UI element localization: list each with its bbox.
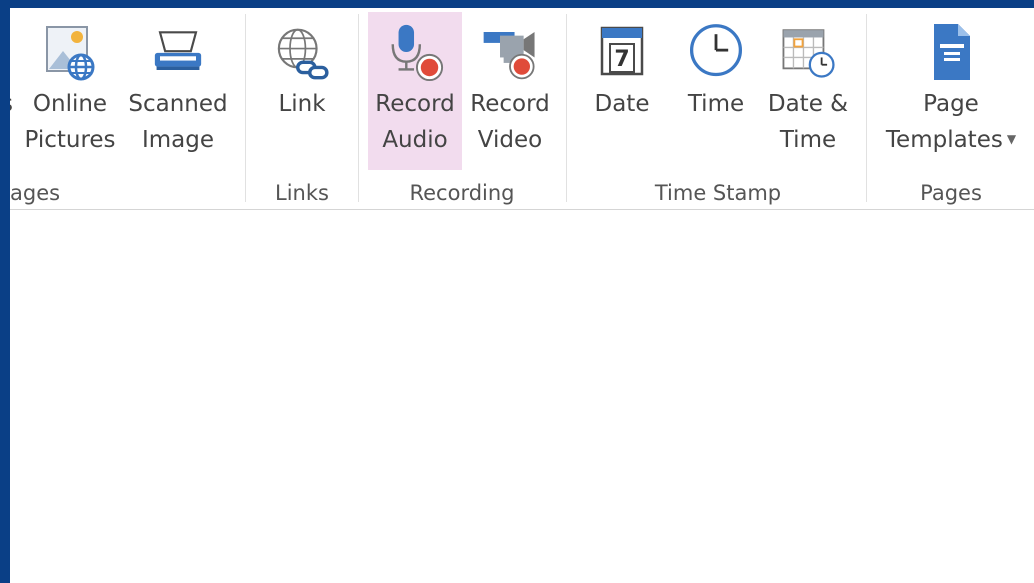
online-pictures-icon (40, 18, 100, 86)
window-top-border (0, 0, 1034, 8)
video-record-icon (480, 18, 540, 86)
record-video-label-1: Record (470, 91, 550, 117)
page-templates-label-2: Templates (885, 127, 1003, 153)
partial-left-button[interactable]: s (10, 12, 18, 170)
separator (245, 14, 246, 202)
separator (566, 14, 567, 202)
partial-left-label: s (10, 86, 13, 122)
group-label-time-stamp: Time Stamp (654, 181, 782, 205)
link-button[interactable]: Link (260, 12, 344, 170)
group-label-images: ages (10, 181, 61, 205)
microphone-record-icon (385, 18, 445, 86)
record-audio-label-1: Record (375, 91, 455, 117)
date-time-label-1: Date & (767, 91, 849, 117)
scanned-image-button[interactable]: Scanned Image (124, 12, 232, 170)
separator (866, 14, 867, 202)
scanned-image-label-1: Scanned (128, 91, 228, 117)
scanned-image-label-2: Image (141, 127, 215, 153)
time-button[interactable]: Time (676, 12, 756, 170)
date-time-label-2: Time (779, 127, 837, 153)
date-button[interactable]: 7 Date (582, 12, 662, 170)
online-pictures-label-1: Online (32, 91, 108, 117)
record-video-button[interactable]: Record Video (464, 12, 556, 170)
page-templates-label-2-row: Templates ▼ (886, 122, 1016, 161)
calendar-number: 7 (614, 47, 629, 72)
dropdown-caret-icon: ▼ (1006, 132, 1017, 146)
page-templates-label-1: Page (923, 91, 979, 117)
ribbon: s Online Pictures (10, 8, 1034, 210)
time-label: Time (687, 91, 745, 117)
record-audio-label-2: Audio (382, 127, 448, 153)
record-video-label-2: Video (477, 127, 543, 153)
page-canvas[interactable] (10, 210, 1034, 583)
page-templates-button[interactable]: Page Templates ▼ (876, 12, 1026, 170)
group-label-links: Links (275, 181, 329, 205)
page-template-icon (921, 18, 981, 86)
record-audio-button[interactable]: Record Audio (368, 12, 462, 170)
scanner-icon (148, 18, 208, 86)
link-label: Link (278, 91, 326, 117)
clock-icon (686, 18, 746, 86)
online-pictures-button[interactable]: Online Pictures (24, 12, 116, 170)
online-pictures-label-2: Pictures (24, 127, 116, 153)
link-icon (272, 18, 332, 86)
calendar-icon: 7 (592, 18, 652, 86)
date-time-button[interactable]: Date & Time (762, 12, 854, 170)
group-label-pages: Pages (920, 181, 982, 205)
group-label-recording: Recording (409, 181, 515, 205)
window-left-border (0, 0, 10, 583)
separator (358, 14, 359, 202)
date-label: Date (594, 91, 650, 117)
calendar-clock-icon (778, 18, 838, 86)
